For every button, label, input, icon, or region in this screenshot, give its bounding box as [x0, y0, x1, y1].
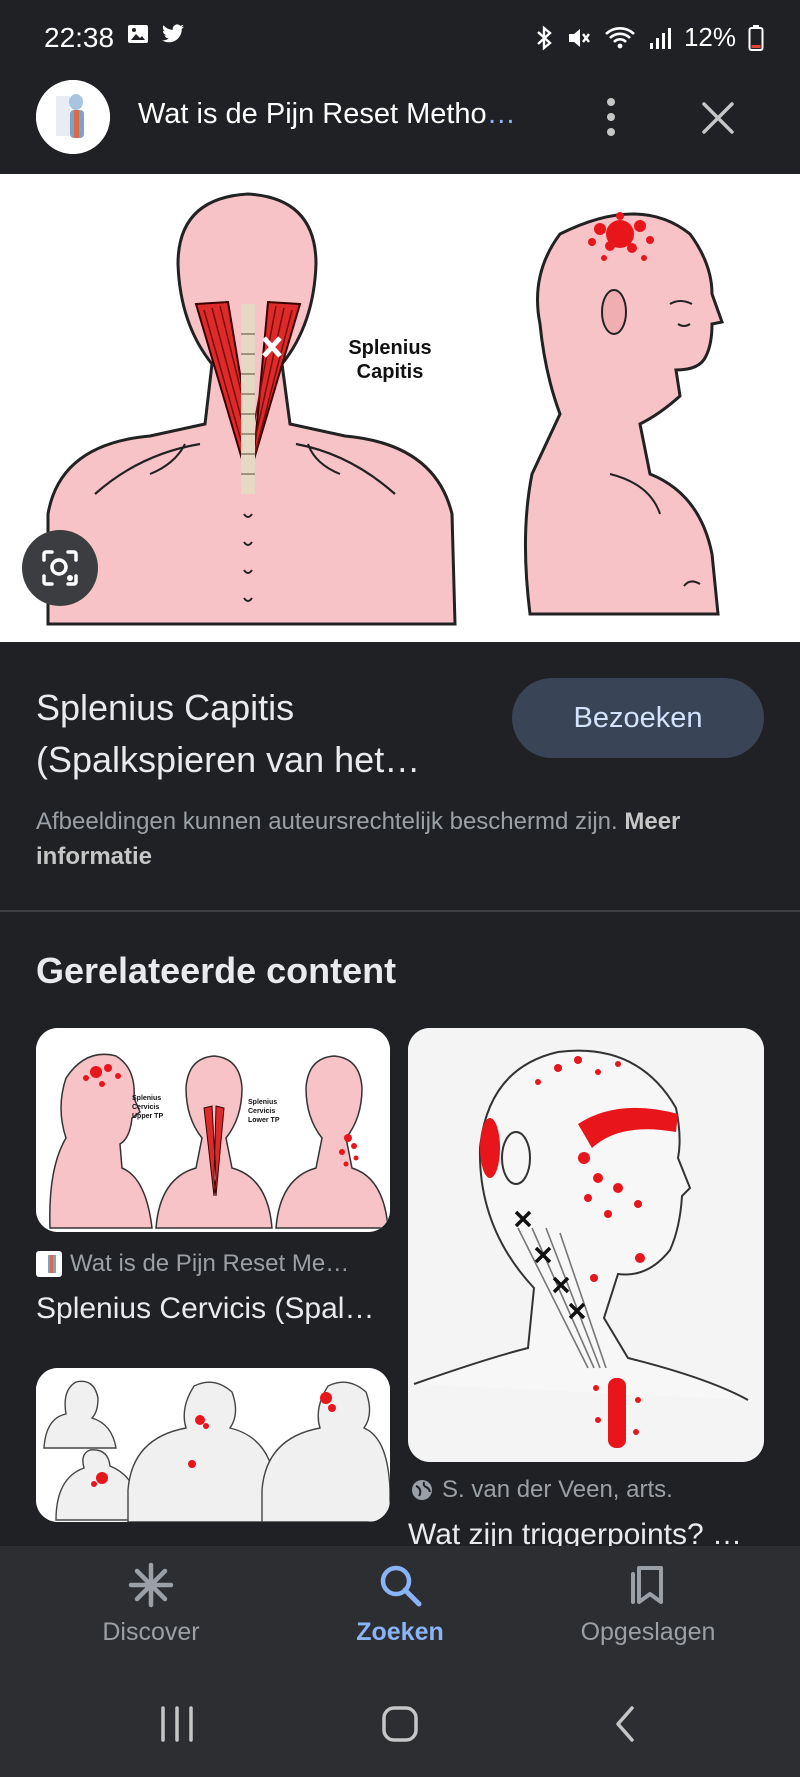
bookmarks-icon: [631, 1566, 663, 1604]
bottom-navigation: Discover Zoeken Opgeslagen: [0, 1546, 800, 1672]
battery-percentage: 12%: [683, 22, 736, 52]
asterisk-icon: [128, 1562, 174, 1608]
divider: [0, 910, 800, 912]
battery-icon: [748, 24, 764, 51]
related-card-2-source[interactable]: S. van der Veen, arts.: [410, 1476, 673, 1504]
related-card-1-source[interactable]: Wat is de Pijn Reset Me…: [36, 1250, 349, 1278]
gallery-icon: [128, 25, 148, 43]
hero-label-line2: Capitis: [357, 361, 424, 383]
page-title[interactable]: Wat is de Pijn Reset Metho…: [138, 98, 516, 131]
result-info: Splenius Capitis (Spalkspieren van het… …: [0, 642, 800, 910]
visit-button[interactable]: Bezoeken: [512, 678, 764, 758]
preview-image[interactable]: Splenius Capitis: [0, 174, 800, 642]
related-card-1-title[interactable]: Splenius Cervicis (Spal…: [36, 1292, 374, 1326]
site-favicon: [36, 1251, 62, 1277]
result-title[interactable]: Splenius Capitis (Spalkspieren van het…: [36, 682, 476, 786]
mute-icon: [568, 28, 590, 47]
system-navigation: [0, 1672, 800, 1777]
viewer-header: Wat is de Pijn Reset Metho…: [0, 72, 800, 174]
bluetooth-icon: [537, 24, 552, 51]
related-card-1-image[interactable]: Splenius Cervicis Upper TP Splenius Cerv…: [36, 1028, 390, 1232]
related-heading: Gerelateerde content: [36, 950, 397, 991]
status-bar: 22:38 12%: [0, 0, 800, 72]
nav-saved[interactable]: Opgeslagen: [548, 1562, 748, 1647]
copyright-notice: Afbeeldingen kunnen auteursrechtelijk be…: [36, 808, 681, 870]
back-icon[interactable]: [610, 1702, 640, 1746]
close-icon[interactable]: [694, 94, 742, 142]
globe-icon: [412, 1480, 432, 1500]
svg-text:Cervicis: Cervicis: [248, 1108, 275, 1115]
status-time: 22:38: [44, 22, 115, 53]
lens-search-icon[interactable]: [22, 530, 98, 606]
more-options-icon[interactable]: [594, 94, 628, 140]
related-card-2-image[interactable]: [408, 1028, 764, 1462]
svg-text:Cervicis: Cervicis: [132, 1104, 159, 1111]
svg-text:Upper TP: Upper TP: [132, 1113, 163, 1120]
svg-text:Lower TP: Lower TP: [248, 1117, 280, 1124]
site-logo[interactable]: [36, 80, 110, 154]
svg-text:Splenius: Splenius: [248, 1099, 277, 1106]
home-icon[interactable]: [380, 1702, 420, 1746]
nav-discover[interactable]: Discover: [51, 1562, 251, 1647]
hero-label-line1: Splenius: [348, 337, 431, 359]
twitter-icon: [162, 24, 184, 43]
svg-text:Splenius: Splenius: [132, 1095, 161, 1102]
related-card-3-image[interactable]: [36, 1368, 390, 1522]
nav-search[interactable]: Zoeken: [300, 1562, 500, 1647]
wifi-icon: [605, 26, 635, 48]
recent-apps-icon[interactable]: [158, 1702, 196, 1746]
search-icon: [380, 1565, 422, 1607]
signal-icon: [649, 27, 671, 49]
